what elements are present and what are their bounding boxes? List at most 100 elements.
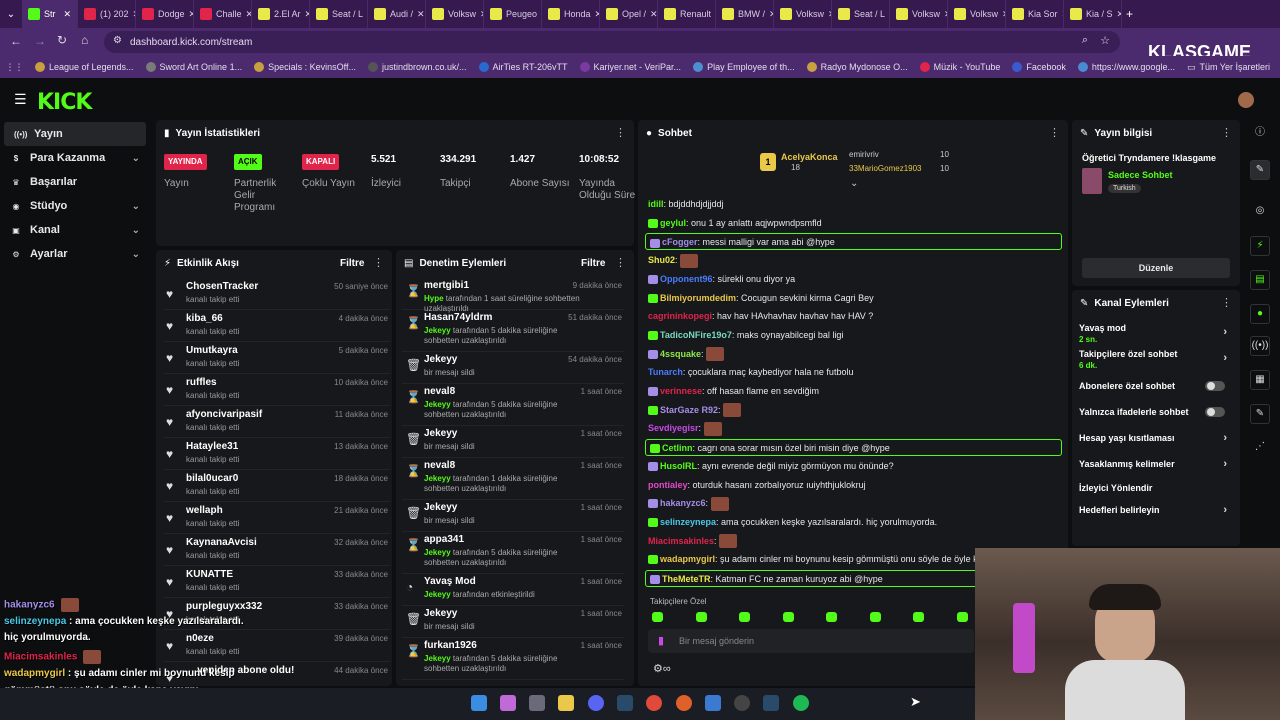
mic-icon[interactable]: ▮: [658, 634, 664, 647]
bookmark-item[interactable]: Specials : KevinsOff...: [248, 62, 362, 72]
browser-tab[interactable]: Str ✕: [22, 0, 78, 28]
channel-action[interactable]: Yavaş mod 2 sn. ›: [1079, 322, 1235, 348]
emote-button[interactable]: [739, 612, 750, 622]
moderator-name[interactable]: Jekeyy: [424, 548, 451, 557]
chrome-icon[interactable]: [646, 695, 662, 711]
folder-icon[interactable]: [558, 695, 574, 711]
toggle-switch[interactable]: [1205, 407, 1225, 417]
activity-user[interactable]: bilal0ucar0: [186, 473, 238, 484]
tab-close-icon[interactable]: ✕: [417, 9, 425, 20]
activity-user[interactable]: Umutkayra: [186, 345, 238, 356]
chat-username[interactable]: Miacimsakinles: [648, 536, 714, 546]
steam-icon-2[interactable]: [763, 695, 779, 711]
all-bookmarks-folder[interactable]: ▭ Tüm Yer İşaretleri: [1181, 62, 1280, 73]
edit-button[interactable]: Düzenle: [1082, 258, 1230, 278]
spotify-icon[interactable]: [793, 695, 809, 711]
target-icon[interactable]: ◎: [1250, 202, 1270, 222]
bookmark-item[interactable]: AirTies RT-206vTT: [473, 62, 574, 72]
browser-tab[interactable]: Audi / ✕: [368, 0, 426, 28]
settings-icon[interactable]: ⚙∞: [653, 662, 671, 675]
discord-icon[interactable]: [588, 695, 604, 711]
browser-tab[interactable]: Challe✕: [194, 0, 252, 28]
browser-tab[interactable]: Seat / L✕: [310, 0, 368, 28]
channel-action[interactable]: Yasaklanmış kelimeler ›: [1079, 458, 1235, 484]
activity-user[interactable]: Hataylee31: [186, 441, 238, 452]
emote-button[interactable]: [869, 612, 881, 622]
chat-username[interactable]: hakanyzc6: [660, 498, 706, 508]
chat-username[interactable]: selinzeynepa: [660, 517, 716, 527]
chat-input[interactable]: ▮ Bir mesaj gönderin: [648, 629, 974, 653]
browser-tab[interactable]: Seat / L✕: [832, 0, 890, 28]
chat-username[interactable]: 4ssquake: [660, 349, 701, 359]
activity-user[interactable]: KUNATTE: [186, 569, 233, 580]
moderation-target[interactable]: Jekeyy: [424, 608, 457, 619]
moderation-target[interactable]: appa341: [424, 534, 464, 545]
moderation-filter-button[interactable]: Filtre: [581, 258, 605, 269]
moderator-name[interactable]: Jekeyy: [424, 326, 451, 335]
browser-tab[interactable]: Kia Sor✕: [1006, 0, 1064, 28]
moderation-target[interactable]: Hasan74yldrm: [424, 312, 492, 323]
emote-button[interactable]: [956, 612, 968, 622]
back-icon[interactable]: ←: [10, 34, 22, 48]
nav-item[interactable]: ((•)) Yayın: [4, 122, 146, 146]
bookmark-item[interactable]: https://www.google...: [1072, 62, 1181, 72]
emote-button[interactable]: [695, 612, 707, 622]
chat-username[interactable]: Bilmiyorumdedim: [660, 293, 736, 303]
steam-icon[interactable]: [617, 695, 633, 711]
chat-username[interactable]: cagrininkopegi: [648, 311, 712, 321]
browser-tab[interactable]: 2.El Ar✕: [252, 0, 310, 28]
activity-user[interactable]: kiba_66: [186, 313, 223, 324]
new-tab-icon[interactable]: +: [1126, 7, 1133, 21]
moderator-name[interactable]: Jekeyy: [424, 654, 451, 663]
kebab-icon[interactable]: ⋮: [615, 126, 626, 139]
browser-tab[interactable]: Dodge✕: [136, 0, 194, 28]
activity-user[interactable]: wellaph: [186, 505, 223, 516]
windows-start-icon[interactable]: [471, 695, 487, 711]
bookmark-star-icon[interactable]: ☆: [1100, 34, 1110, 47]
tab-close-icon[interactable]: ✕: [63, 9, 71, 20]
activity-user[interactable]: purpleguyxx332: [186, 601, 262, 612]
bookmark-item[interactable]: Müzik - YouTube: [914, 62, 1007, 72]
browser-tab[interactable]: Volksw✕: [948, 0, 1006, 28]
site-info-icon[interactable]: ⚙: [113, 35, 122, 46]
expand-icon[interactable]: ⌄: [850, 178, 858, 189]
activity-user[interactable]: n0eze: [186, 633, 214, 644]
chat-username[interactable]: Tunarch: [648, 367, 683, 377]
menu-icon[interactable]: ☰: [14, 91, 27, 108]
browser-tab[interactable]: Honda✕: [542, 0, 600, 28]
info-icon[interactable]: ⓘ: [1250, 124, 1270, 144]
moderation-target[interactable]: neval8: [424, 386, 455, 397]
top-chatter-2[interactable]: emirivriv: [849, 150, 879, 159]
url-field[interactable]: ⚙ dashboard.kick.com/stream ⌕ ☆: [104, 31, 1120, 53]
chat-username[interactable]: Opponent96: [660, 274, 713, 284]
forward-icon[interactable]: →: [34, 34, 46, 48]
kebab-icon[interactable]: ⋮: [1221, 126, 1232, 139]
moderator-name[interactable]: Jekeyy: [424, 474, 451, 483]
bookmark-item[interactable]: Sword Art Online 1...: [140, 62, 249, 72]
layout-icon[interactable]: ▦: [1250, 370, 1270, 390]
channel-action[interactable]: Takipçilere özel sohbet 6 dk. ›: [1079, 348, 1235, 374]
nav-item[interactable]: ◉ Stüdyo ⌄: [0, 194, 150, 218]
channel-action[interactable]: Hedefleri belirleyin ›: [1079, 504, 1235, 530]
moderator-name[interactable]: Hype: [424, 294, 444, 303]
kick-logo[interactable]: KICK: [37, 90, 92, 115]
chat-rail-icon[interactable]: ●: [1250, 304, 1270, 324]
reload-icon[interactable]: ↻: [57, 33, 67, 47]
chat-username[interactable]: wadapmygirl: [660, 554, 715, 564]
chat-username[interactable]: Cetlinn: [662, 443, 693, 453]
channel-action[interactable]: Hesap yaşı kısıtlaması ›: [1079, 432, 1235, 458]
activity-user[interactable]: KaynanaAvcisi: [186, 537, 257, 548]
chat-username[interactable]: StarGaze R92: [660, 405, 718, 415]
store-icon[interactable]: [529, 695, 545, 711]
bookmark-item[interactable]: Kariyer.net - VeriPar...: [574, 62, 688, 72]
activity-filter-button[interactable]: Filtre: [340, 258, 364, 269]
browser-tab[interactable]: (1) 202✕: [78, 0, 136, 28]
kebab-icon[interactable]: ⋮: [1049, 126, 1060, 139]
tab-close-icon[interactable]: ✕: [1117, 9, 1121, 20]
apps-icon[interactable]: ⋮⋮: [0, 62, 29, 73]
bolt-rail-icon[interactable]: ⚡: [1250, 236, 1270, 256]
chat-username[interactable]: HusolRL: [660, 461, 697, 471]
emote-button[interactable]: [782, 612, 794, 622]
chat-username[interactable]: TheMeteTR: [662, 574, 711, 584]
moderation-target[interactable]: Jekeyy: [424, 354, 457, 365]
